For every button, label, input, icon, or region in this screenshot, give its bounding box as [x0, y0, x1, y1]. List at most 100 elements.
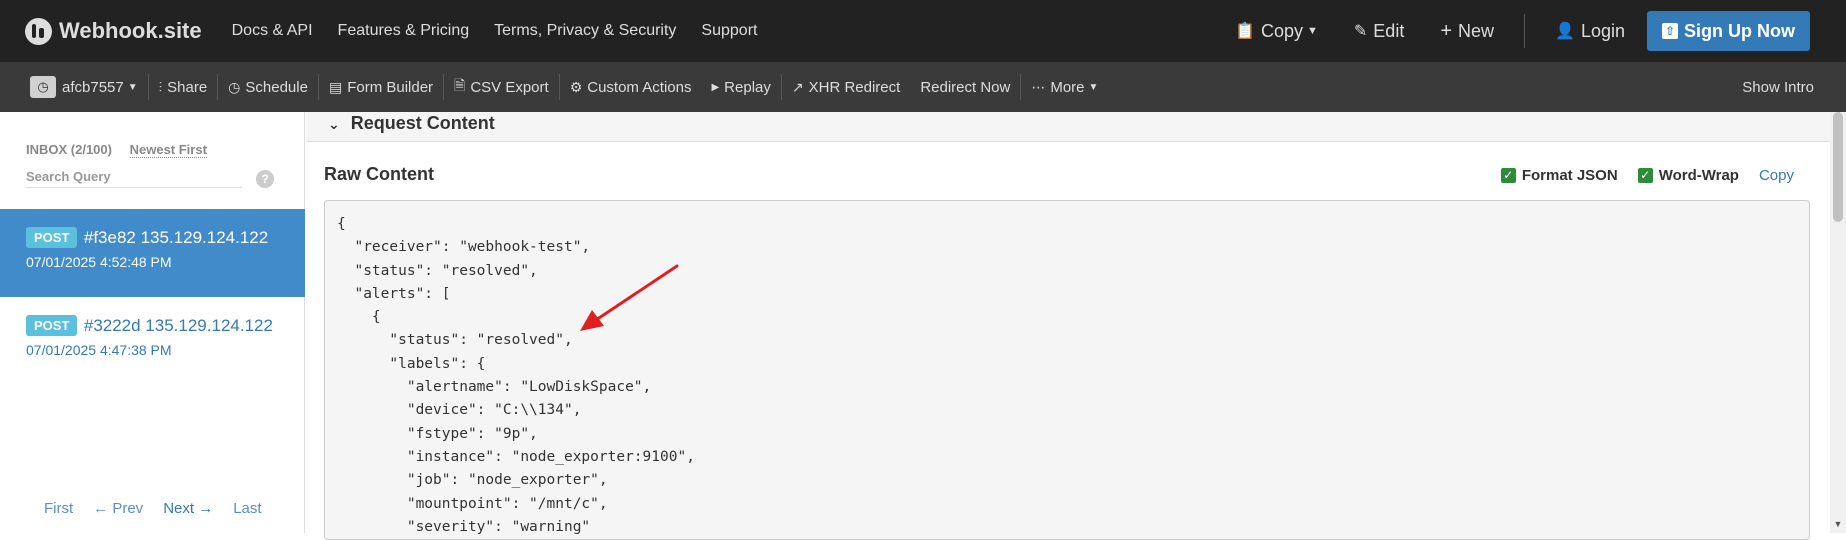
method-badge: POST: [26, 315, 78, 336]
raw-content-title: Raw Content: [324, 164, 434, 184]
search-input[interactable]: Search Query: [26, 169, 242, 188]
request-sidebar: INBOX (2/100) Newest First Search Query …: [0, 112, 305, 533]
nav-terms[interactable]: Terms, Privacy & Security: [494, 22, 676, 40]
word-wrap-checkbox[interactable]: ✓ Word-Wrap: [1637, 167, 1739, 184]
scroll-down-icon[interactable]: ▼: [1833, 519, 1843, 529]
nav-docs-api[interactable]: Docs & API: [232, 22, 313, 40]
code-line: "receiver": "webhook-test",: [337, 239, 591, 256]
upload-icon: ⇧: [1662, 23, 1678, 39]
code-line: "fstype": "9p",: [337, 425, 538, 442]
replay-label: Replay: [724, 78, 771, 96]
format-json-label: Format JSON: [1521, 167, 1618, 184]
main-content: ⌄ Request Content Raw Content ✓ Format J…: [306, 112, 1830, 540]
nav-right: 📋 Copy ▼ ✎ Edit + New 👤 Login ⇧ Sign Up …: [1199, 0, 1810, 62]
caret-down-icon: ▼: [127, 81, 138, 93]
request-id: #f3e82 135.129.124.122: [83, 227, 269, 247]
schedule-label: Schedule: [245, 78, 308, 96]
code-line: "device": "C:\\134",: [337, 402, 582, 419]
edit-button[interactable]: ✎ Edit: [1354, 21, 1404, 42]
request-time: 07/01/2025 4:52:48 PM: [26, 254, 172, 270]
code-line: "alertname": "LowDiskSpace",: [337, 379, 652, 396]
pager-next[interactable]: Next →: [163, 500, 213, 517]
code-line: "alerts": [: [337, 285, 451, 302]
clipboard-icon: 📋: [1235, 23, 1255, 40]
webhook-logo-icon: [25, 17, 52, 45]
custom-actions-label: Custom Actions: [587, 78, 692, 96]
vertical-scrollbar[interactable]: ▼: [1830, 112, 1846, 533]
signup-button[interactable]: ⇧ Sign Up Now: [1647, 11, 1810, 51]
copy-raw-link[interactable]: Copy: [1759, 167, 1794, 184]
clock-icon: ◷: [30, 76, 56, 98]
edit-label: Edit: [1373, 20, 1405, 41]
ellipsis-icon: ⋯: [1031, 78, 1046, 95]
code-line: "severity": "warning": [337, 518, 591, 535]
schedule-button[interactable]: ◷ Schedule: [218, 62, 318, 112]
request-time: 07/01/2025 4:47:38 PM: [26, 342, 172, 358]
chevron-down-icon: ⌄: [328, 116, 340, 132]
token-label: afcb7557: [62, 78, 124, 96]
share-label: Share: [167, 78, 208, 96]
login-button[interactable]: 👤 Login: [1555, 21, 1625, 42]
copy-label: Copy: [1260, 20, 1303, 41]
scrollbar-thumb[interactable]: [1833, 112, 1843, 222]
code-line: "status": "resolved",: [337, 332, 573, 349]
custom-actions-button[interactable]: ⚙ Custom Actions: [560, 62, 702, 112]
xhr-redirect-button[interactable]: ↗ XHR Redirect: [782, 62, 910, 112]
raw-content-options: ✓ Format JSON ✓ Word-Wrap Copy: [1481, 167, 1794, 184]
csv-export-label: CSV Export: [470, 78, 549, 96]
copy-dropdown[interactable]: 📋 Copy ▼: [1235, 21, 1318, 42]
new-label: New: [1458, 20, 1495, 41]
request-id: #3222d 135.129.124.122: [83, 315, 273, 335]
edit-icon: ✎: [1353, 23, 1368, 40]
caret-down-icon: ▼: [1088, 81, 1099, 93]
pager-last[interactable]: Last: [233, 500, 261, 517]
show-intro-link[interactable]: Show Intro: [1742, 62, 1814, 112]
nav-support[interactable]: Support: [701, 22, 757, 40]
code-line: "instance": "node_exporter:9100",: [337, 448, 695, 465]
request-item[interactable]: POST #f3e82 135.129.124.122 07/01/2025 4…: [0, 209, 305, 297]
format-json-checkbox[interactable]: ✓ Format JSON: [1500, 167, 1618, 184]
form-icon: ▤: [328, 78, 343, 95]
more-label: More: [1050, 78, 1085, 96]
request-item[interactable]: POST #3222d 135.129.124.122 07/01/2025 4…: [0, 297, 305, 385]
checkmark-icon: ✓: [1637, 168, 1653, 183]
external-link-icon: ↗: [791, 78, 804, 95]
new-button[interactable]: + New: [1440, 20, 1494, 43]
xhr-redirect-label: XHR Redirect: [808, 78, 901, 96]
action-toolbar: ◷ afcb7557 ▼ ⫶ Share ◷ Schedule ▤ Form B…: [0, 62, 1846, 112]
gear-icon: ⚙: [569, 78, 583, 95]
word-wrap-label: Word-Wrap: [1658, 167, 1739, 184]
pager-prev[interactable]: ← Prev: [93, 500, 143, 517]
sort-toggle[interactable]: Newest First: [129, 142, 207, 158]
redirect-now-label: Redirect Now: [920, 78, 1011, 96]
code-line: "labels": {: [337, 355, 486, 372]
help-icon[interactable]: ?: [256, 170, 274, 188]
code-line: {: [337, 216, 346, 232]
play-icon: ▶: [711, 81, 720, 93]
signup-label: Sign Up Now: [1684, 20, 1795, 41]
form-builder-label: Form Builder: [347, 78, 434, 96]
code-line: {: [337, 309, 381, 326]
user-icon: 👤: [1555, 23, 1575, 40]
code-line: "mountpoint": "/mnt/c",: [337, 495, 608, 512]
pagination: First ← Prev Next → Last: [44, 500, 282, 517]
replay-button[interactable]: ▶ Replay: [701, 62, 780, 112]
brand-name: Webhook.site: [59, 18, 202, 43]
nav-features-pricing[interactable]: Features & Pricing: [338, 22, 470, 40]
form-builder-button[interactable]: ▤ Form Builder: [319, 62, 443, 112]
share-button[interactable]: ⫶ Share: [149, 62, 218, 112]
section-title: Request Content: [350, 113, 495, 133]
raw-content-box[interactable]: { "receiver": "webhook-test", "status": …: [324, 200, 1810, 540]
redirect-now-button[interactable]: Redirect Now: [910, 62, 1020, 112]
pager-first[interactable]: First: [44, 500, 73, 517]
token-dropdown[interactable]: ◷ afcb7557 ▼: [20, 62, 148, 112]
login-label: Login: [1580, 20, 1625, 41]
caret-down-icon: ▼: [1307, 25, 1318, 37]
request-content-header[interactable]: ⌄ Request Content: [306, 112, 1830, 142]
top-navbar: Webhook.site Docs & API Features & Prici…: [0, 0, 1846, 62]
file-icon: 🗎: [454, 77, 466, 93]
inbox-count: INBOX (2/100): [26, 142, 112, 157]
brand-logo[interactable]: Webhook.site: [25, 17, 202, 45]
csv-export-button[interactable]: 🗎 CSV Export: [444, 62, 559, 112]
more-dropdown[interactable]: ⋯ More ▼: [1021, 62, 1108, 112]
